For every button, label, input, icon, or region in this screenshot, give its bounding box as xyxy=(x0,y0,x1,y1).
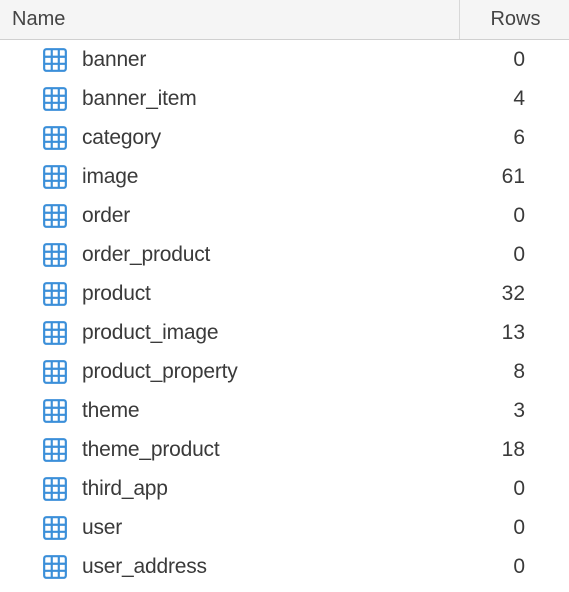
table-icon xyxy=(42,554,68,580)
table-row[interactable]: product_property 8 xyxy=(0,352,569,391)
table-list: banner 0 banner_item 4 category 6 image … xyxy=(0,40,569,586)
table-name: third_app xyxy=(82,477,467,501)
row-count: 61 xyxy=(467,165,557,189)
table-name: product xyxy=(82,282,467,306)
table-row[interactable]: user_address 0 xyxy=(0,547,569,586)
table-name: theme_product xyxy=(82,438,467,462)
table-icon xyxy=(42,86,68,112)
table-icon xyxy=(42,515,68,541)
table-icon xyxy=(42,320,68,346)
column-header-name[interactable]: Name xyxy=(0,0,459,39)
table-name: user_address xyxy=(82,555,467,579)
row-count: 0 xyxy=(467,48,557,72)
table-icon xyxy=(42,164,68,190)
table-row[interactable]: order 0 xyxy=(0,196,569,235)
table-name: user xyxy=(82,516,467,540)
table-name: banner_item xyxy=(82,87,467,111)
table-name: category xyxy=(82,126,467,150)
row-count: 0 xyxy=(467,555,557,579)
table-icon xyxy=(42,281,68,307)
table-row[interactable]: image 61 xyxy=(0,157,569,196)
row-count: 32 xyxy=(467,282,557,306)
table-row[interactable]: product 32 xyxy=(0,274,569,313)
column-header-rows[interactable]: Rows xyxy=(459,0,569,39)
table-icon xyxy=(42,398,68,424)
table-name: image xyxy=(82,165,467,189)
row-count: 0 xyxy=(467,204,557,228)
row-count: 18 xyxy=(467,438,557,462)
table-row[interactable]: order_product 0 xyxy=(0,235,569,274)
row-count: 8 xyxy=(467,360,557,384)
table-row[interactable]: product_image 13 xyxy=(0,313,569,352)
row-count: 13 xyxy=(467,321,557,345)
table-row[interactable]: theme_product 18 xyxy=(0,430,569,469)
table-name: order_product xyxy=(82,243,467,267)
row-count: 0 xyxy=(467,477,557,501)
table-row[interactable]: third_app 0 xyxy=(0,469,569,508)
table-icon xyxy=(42,359,68,385)
table-name: banner xyxy=(82,48,467,72)
table-row[interactable]: user 0 xyxy=(0,508,569,547)
row-count: 4 xyxy=(467,87,557,111)
table-icon xyxy=(42,242,68,268)
table-row[interactable]: banner 0 xyxy=(0,40,569,79)
row-count: 0 xyxy=(467,516,557,540)
table-row[interactable]: theme 3 xyxy=(0,391,569,430)
table-name: product_property xyxy=(82,360,467,384)
row-count: 0 xyxy=(467,243,557,267)
table-name: order xyxy=(82,204,467,228)
table-name: product_image xyxy=(82,321,467,345)
table-icon xyxy=(42,437,68,463)
table-name: theme xyxy=(82,399,467,423)
table-row[interactable]: category 6 xyxy=(0,118,569,157)
table-icon xyxy=(42,203,68,229)
row-count: 3 xyxy=(467,399,557,423)
table-icon xyxy=(42,125,68,151)
column-header: Name Rows xyxy=(0,0,569,40)
row-count: 6 xyxy=(467,126,557,150)
table-icon xyxy=(42,47,68,73)
table-row[interactable]: banner_item 4 xyxy=(0,79,569,118)
table-icon xyxy=(42,476,68,502)
